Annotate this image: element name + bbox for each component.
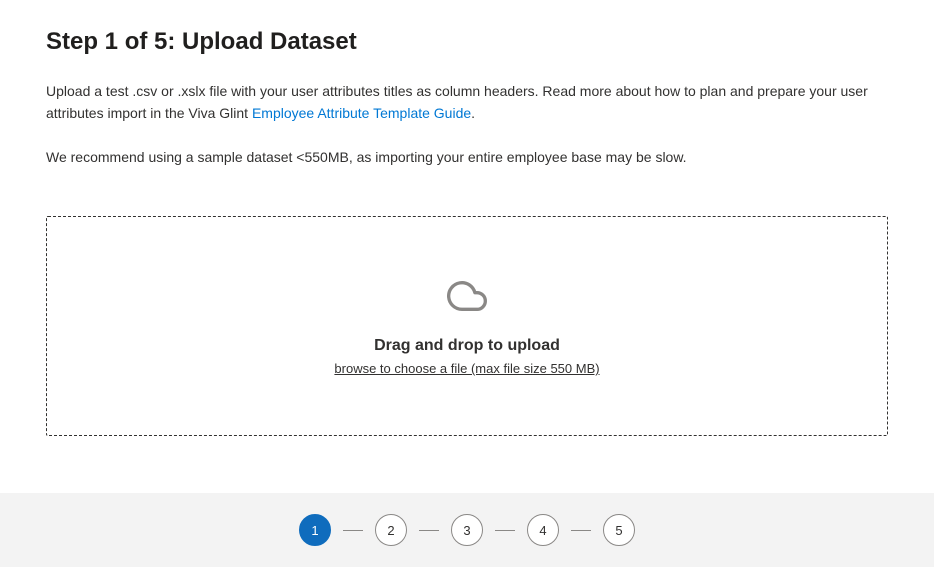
step-2[interactable]: 2: [375, 514, 407, 546]
recommendation-text: We recommend using a sample dataset <550…: [46, 146, 888, 168]
stepper-bar: 1 2 3 4 5: [0, 493, 934, 567]
step-1[interactable]: 1: [299, 514, 331, 546]
step-4[interactable]: 4: [527, 514, 559, 546]
page-title: Step 1 of 5: Upload Dataset: [46, 28, 888, 56]
step-connector: [419, 530, 439, 531]
stepper: 1 2 3 4 5: [299, 514, 635, 546]
description-suffix: .: [471, 105, 475, 121]
step-3[interactable]: 3: [451, 514, 483, 546]
upload-description: Upload a test .csv or .xslx file with yo…: [46, 80, 888, 124]
file-dropzone[interactable]: Drag and drop to upload browse to choose…: [46, 216, 888, 436]
browse-file-link[interactable]: browse to choose a file (max file size 5…: [334, 361, 599, 376]
template-guide-link[interactable]: Employee Attribute Template Guide: [252, 105, 471, 121]
cloud-upload-icon: [447, 276, 487, 321]
dropzone-title: Drag and drop to upload: [374, 337, 560, 355]
step-connector: [495, 530, 515, 531]
step-connector: [571, 530, 591, 531]
step-connector: [343, 530, 363, 531]
step-5[interactable]: 5: [603, 514, 635, 546]
